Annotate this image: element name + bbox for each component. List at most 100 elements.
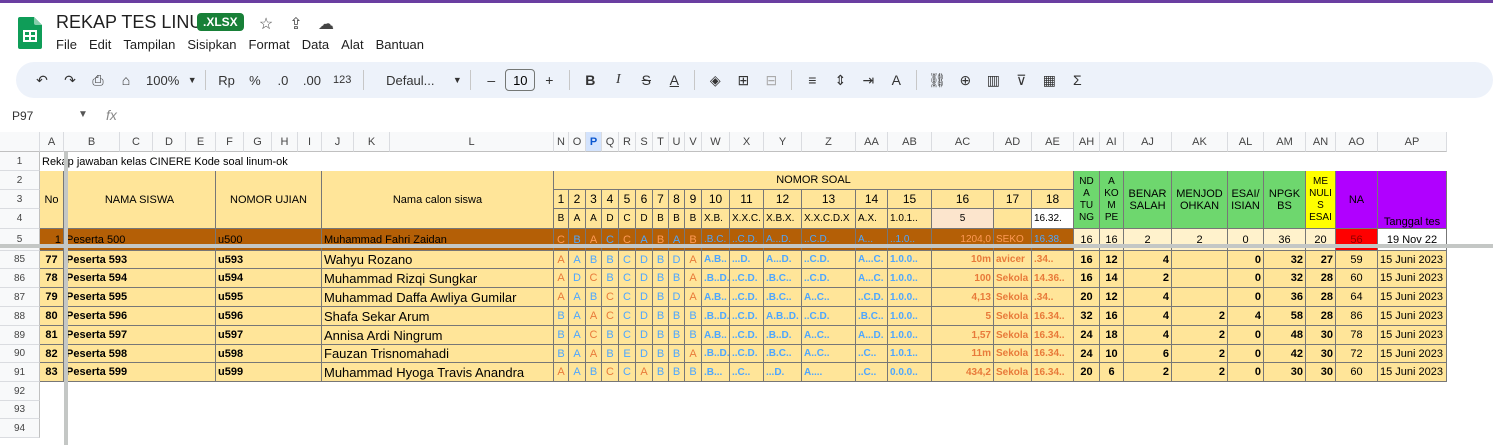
answer-key[interactable]: 16.32.: [1032, 209, 1074, 229]
text-color-icon[interactable]: A: [660, 66, 688, 94]
student-answer[interactable]: B: [653, 251, 669, 269]
cell-na[interactable]: 72: [1336, 345, 1378, 363]
student-answer[interactable]: 1.0.0..: [888, 326, 932, 345]
column-header-u[interactable]: U: [669, 132, 685, 152]
font-size-increase-button[interactable]: +: [535, 66, 563, 94]
cell-score-an[interactable]: 30: [1306, 326, 1336, 345]
insert-link-icon[interactable]: ⛓: [923, 66, 951, 94]
student-answer[interactable]: 1.0.0..: [888, 307, 932, 326]
student-answer[interactable]: A: [586, 345, 602, 363]
cell-score-aj[interactable]: 4: [1124, 307, 1172, 326]
borders-icon[interactable]: ⊞: [729, 66, 757, 94]
zoom-select[interactable]: 100%: [140, 66, 185, 94]
column-header-ae[interactable]: AE: [1032, 132, 1074, 152]
cell-score-ak[interactable]: 2: [1172, 363, 1228, 382]
menu-insert[interactable]: Sisipkan: [187, 37, 236, 52]
cell-nama-calon[interactable]: Shafa Sekar Arum: [322, 307, 554, 326]
student-answer[interactable]: B: [653, 269, 669, 288]
cell-score-ak[interactable]: 2: [1172, 326, 1228, 345]
cell-na[interactable]: 86: [1336, 307, 1378, 326]
cell-nomor-ujian[interactable]: u597: [216, 326, 322, 345]
column-header-ap[interactable]: AP: [1378, 132, 1447, 152]
student-answer[interactable]: Sekola: [994, 288, 1032, 307]
font-size-decrease-button[interactable]: –: [477, 66, 505, 94]
document-title[interactable]: REKAP TES LINUM: [56, 12, 217, 33]
freeze-row-divider[interactable]: [0, 244, 1493, 248]
student-answer[interactable]: B: [554, 326, 569, 345]
cell-score-am[interactable]: 30: [1264, 363, 1306, 382]
column-header-z[interactable]: Z: [802, 132, 856, 152]
row-header-86[interactable]: 86: [0, 269, 40, 288]
cell-no[interactable]: 83: [40, 363, 64, 382]
cell-tanggal[interactable]: 15 Juni 2023: [1378, 307, 1447, 326]
student-answer[interactable]: A: [569, 363, 586, 382]
question-number[interactable]: 4: [602, 190, 619, 209]
sheets-logo-icon[interactable]: [18, 17, 42, 49]
percent-button[interactable]: %: [241, 66, 269, 94]
student-answer[interactable]: 1,57: [932, 326, 994, 345]
student-answer[interactable]: C: [619, 307, 636, 326]
student-answer[interactable]: B: [653, 363, 669, 382]
student-answer[interactable]: B: [554, 345, 569, 363]
cell-score-ak[interactable]: [1172, 269, 1228, 288]
row-header-91[interactable]: 91: [0, 363, 40, 382]
column-header-ab[interactable]: AB: [888, 132, 932, 152]
student-answer[interactable]: 10m: [932, 251, 994, 269]
student-answer[interactable]: A...C.: [856, 269, 888, 288]
question-number[interactable]: 13: [802, 190, 856, 209]
cell-nama-siswa[interactable]: Peserta 599: [64, 363, 216, 382]
student-answer[interactable]: B: [669, 307, 685, 326]
cell-nomor-ujian[interactable]: u598: [216, 345, 322, 363]
student-answer[interactable]: B: [586, 288, 602, 307]
student-answer[interactable]: D: [669, 251, 685, 269]
print-icon[interactable]: ⎙: [84, 66, 112, 94]
horizontal-align-icon[interactable]: ≡: [798, 66, 826, 94]
cell-score-ak[interactable]: 2: [1172, 307, 1228, 326]
answer-key[interactable]: B: [653, 209, 669, 229]
student-answer[interactable]: A...C.: [856, 251, 888, 269]
student-answer[interactable]: A: [685, 288, 702, 307]
student-answer[interactable]: .B..D.: [764, 326, 802, 345]
student-answer[interactable]: D: [669, 288, 685, 307]
cell-score-an[interactable]: 28: [1306, 288, 1336, 307]
student-answer[interactable]: B: [554, 307, 569, 326]
student-answer[interactable]: C: [619, 251, 636, 269]
number-format-button[interactable]: 123: [327, 66, 357, 94]
column-header-b[interactable]: B: [64, 132, 120, 152]
menu-format[interactable]: Format: [249, 37, 290, 52]
cell-nomor-ujian[interactable]: u594: [216, 269, 322, 288]
filter-views-icon[interactable]: ▦: [1035, 66, 1063, 94]
row-header-4[interactable]: 4: [0, 209, 40, 229]
student-answer[interactable]: A..C..: [802, 288, 856, 307]
menu-edit[interactable]: Edit: [89, 37, 111, 52]
student-answer[interactable]: C: [602, 307, 619, 326]
cell-score-al[interactable]: 0: [1228, 269, 1264, 288]
cell-nama-calon[interactable]: Muhammad Daffa Awliya Gumilar: [322, 288, 554, 307]
student-answer[interactable]: C: [586, 269, 602, 288]
student-answer[interactable]: .34..: [1032, 251, 1074, 269]
header-nomor-ujian[interactable]: NOMOR UJIAN: [216, 171, 322, 229]
cell-score-ai[interactable]: 12: [1100, 251, 1124, 269]
student-answer[interactable]: 1.0.0..: [888, 251, 932, 269]
cell-tanggal[interactable]: 15 Juni 2023: [1378, 251, 1447, 269]
student-answer[interactable]: A.B..: [702, 251, 730, 269]
student-answer[interactable]: 14.36..: [1032, 269, 1074, 288]
answer-key[interactable]: B: [554, 209, 569, 229]
student-answer[interactable]: B: [669, 269, 685, 288]
decrease-decimal-button[interactable]: .0: [269, 66, 297, 94]
student-answer[interactable]: A: [569, 251, 586, 269]
row-header-88[interactable]: 88: [0, 307, 40, 326]
cell-score-aj[interactable]: 6: [1124, 345, 1172, 363]
student-answer[interactable]: A: [569, 345, 586, 363]
student-answer[interactable]: 11m: [932, 345, 994, 363]
question-number[interactable]: 16: [932, 190, 994, 209]
cell-na[interactable]: 64: [1336, 288, 1378, 307]
student-answer[interactable]: ..C.D.: [730, 326, 764, 345]
cell-score-ai[interactable]: 6: [1100, 363, 1124, 382]
vertical-align-icon[interactable]: ⇕: [826, 66, 854, 94]
column-header-ao[interactable]: AO: [1336, 132, 1378, 152]
row-header-1[interactable]: 1: [0, 152, 40, 171]
student-answer[interactable]: A...D.: [764, 251, 802, 269]
student-answer[interactable]: C: [602, 288, 619, 307]
student-answer[interactable]: B: [685, 307, 702, 326]
